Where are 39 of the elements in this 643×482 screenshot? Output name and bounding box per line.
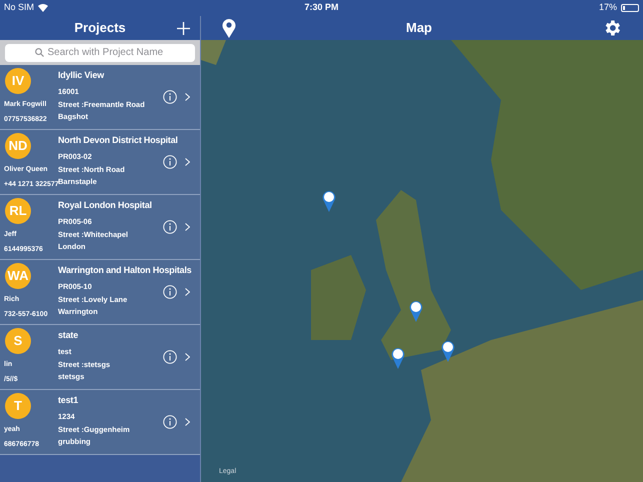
info-icon[interactable] [163, 90, 177, 104]
wifi-icon [38, 4, 48, 12]
project-name: test1 [58, 396, 78, 405]
chevron-right-icon[interactable] [185, 158, 190, 166]
project-name: Warrington and Halton Hospitals [58, 266, 192, 275]
avatar-initials: WA [5, 263, 31, 289]
map-pin-icon[interactable] [391, 347, 405, 369]
chevron-right-icon[interactable] [185, 223, 190, 231]
avatar-initials: T [5, 393, 31, 419]
avatar-initials: RL [5, 198, 31, 224]
map-pin-icon[interactable] [409, 300, 423, 322]
info-icon[interactable] [163, 155, 177, 169]
chevron-right-icon[interactable] [185, 93, 190, 101]
avatar-initials: IV [5, 68, 31, 94]
carrier-label: No SIM [4, 1, 34, 14]
clock-label: 7:30 PM [304, 1, 339, 14]
sidebar-title: Projects [74, 19, 126, 38]
add-icon[interactable] [177, 22, 190, 34]
map-pin-icon[interactable] [441, 340, 455, 362]
location-pin-icon[interactable] [222, 18, 236, 38]
info-icon[interactable] [163, 350, 177, 364]
project-name: Idyllic View [58, 71, 104, 80]
project-name: North Devon District Hospital [58, 136, 178, 145]
search-icon [34, 48, 44, 57]
avatar-initials: ND [5, 133, 31, 159]
chevron-right-icon[interactable] [185, 288, 190, 296]
map-title: Map [405, 19, 433, 38]
battery-icon [621, 4, 640, 12]
avatar-initials: S [5, 328, 31, 354]
info-icon[interactable] [163, 415, 177, 429]
project-name: Royal London Hospital [58, 201, 152, 210]
info-icon[interactable] [163, 220, 177, 234]
info-icon[interactable] [163, 285, 177, 299]
chevron-right-icon[interactable] [185, 353, 190, 361]
project-name: state [58, 331, 78, 340]
chevron-right-icon[interactable] [185, 418, 190, 426]
map-pin-icon[interactable] [322, 190, 336, 212]
search-field[interactable]: Search with Project Name [5, 44, 195, 62]
battery-label: 17% [599, 1, 618, 14]
